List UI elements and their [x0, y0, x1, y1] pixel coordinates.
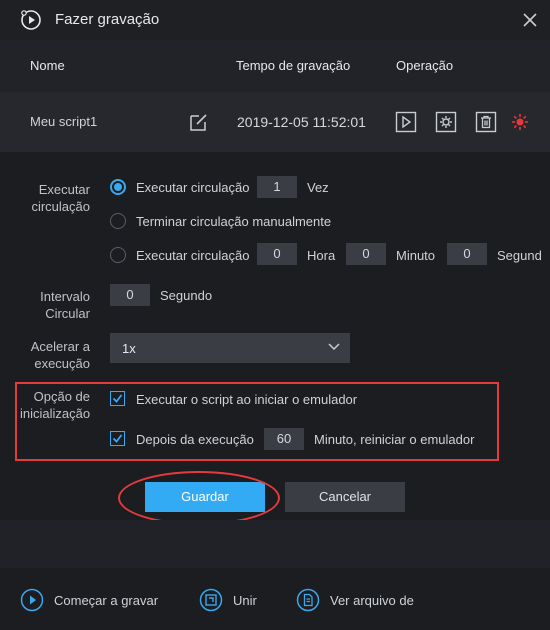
column-time: Tempo de gravação [236, 58, 351, 73]
title-bar: Fazer gravação [0, 0, 550, 40]
startup-run-text: Executar o script ao iniciar o emulador [136, 392, 358, 407]
loop-timed-radio[interactable] [110, 247, 126, 263]
interval-input[interactable]: 0 [110, 284, 150, 306]
view-file-button[interactable]: Ver arquivo de [296, 588, 436, 612]
footer-bar: Começar a gravar Unir Ver arquivo de [0, 568, 550, 630]
merge-button[interactable]: Unir [199, 588, 269, 612]
start-recording-label: Começar a gravar [54, 593, 159, 608]
loop-count-text: Executar circulação [136, 180, 250, 195]
speed-select[interactable]: 1x [110, 333, 350, 363]
speed-value: 1x [122, 341, 136, 356]
record-play-icon [21, 10, 41, 30]
table-header: Nome Tempo de gravação Operação [0, 40, 550, 92]
play-circle-icon [20, 588, 44, 612]
seconds-unit: Segund [497, 248, 542, 263]
restart-minutes-input[interactable]: 60 [264, 428, 304, 450]
merge-icon [199, 588, 223, 612]
loop-label: Executar circulação [31, 182, 90, 214]
column-name: Nome [30, 58, 65, 73]
window-title: Fazer gravação [55, 11, 160, 28]
column-operation: Operação [396, 58, 454, 73]
play-icon[interactable] [395, 111, 417, 133]
restart-prefix: Depois da execução [136, 432, 254, 447]
settings-panel: Executar circulação Executar circulação … [0, 152, 550, 525]
record-indicator-icon[interactable] [509, 111, 531, 133]
startup-label: Opção de inicialização [20, 389, 91, 421]
loop-timed-text: Executar circulação [136, 248, 250, 263]
separator-band [0, 520, 550, 568]
seconds-input[interactable]: 0 [447, 243, 487, 265]
chevron-down-icon [328, 343, 340, 351]
minutes-input[interactable]: 0 [346, 243, 386, 265]
loop-count-unit: Vez [307, 180, 329, 195]
script-date: 2019-12-05 11:52:01 [237, 114, 366, 130]
loop-count-input[interactable]: 1 [257, 176, 297, 198]
interval-unit: Segundo [160, 288, 213, 303]
loop-manual-radio[interactable] [110, 213, 126, 229]
restart-checkbox[interactable] [110, 431, 125, 446]
check-icon [112, 394, 123, 403]
loop-manual-text: Terminar circulação manualmente [136, 214, 332, 229]
table-row[interactable]: Meu script1 2019-12-05 11:52:01 [0, 92, 550, 152]
view-file-label: Ver arquivo de [330, 593, 414, 608]
edit-icon[interactable] [188, 111, 210, 133]
check-icon [112, 434, 123, 443]
interval-label: Intervalo Circular [40, 289, 90, 321]
hours-unit: Hora [307, 248, 336, 263]
save-button[interactable]: Guardar [145, 482, 265, 512]
restart-suffix: Minuto, reiniciar o emulador [314, 432, 475, 447]
start-recording-button[interactable]: Começar a gravar [20, 588, 170, 612]
minutes-unit: Minuto [396, 248, 436, 263]
speed-label: Acelerar a execução [30, 339, 90, 371]
startup-run-checkbox[interactable] [110, 391, 125, 406]
cancel-button[interactable]: Cancelar [285, 482, 405, 512]
hours-input[interactable]: 0 [257, 243, 297, 265]
script-name: Meu script1 [30, 114, 98, 129]
merge-label: Unir [233, 593, 257, 608]
close-icon[interactable] [520, 10, 540, 30]
trash-icon[interactable] [475, 111, 497, 133]
gear-icon[interactable] [435, 111, 457, 133]
loop-count-radio[interactable] [110, 179, 126, 195]
file-icon [296, 588, 320, 612]
